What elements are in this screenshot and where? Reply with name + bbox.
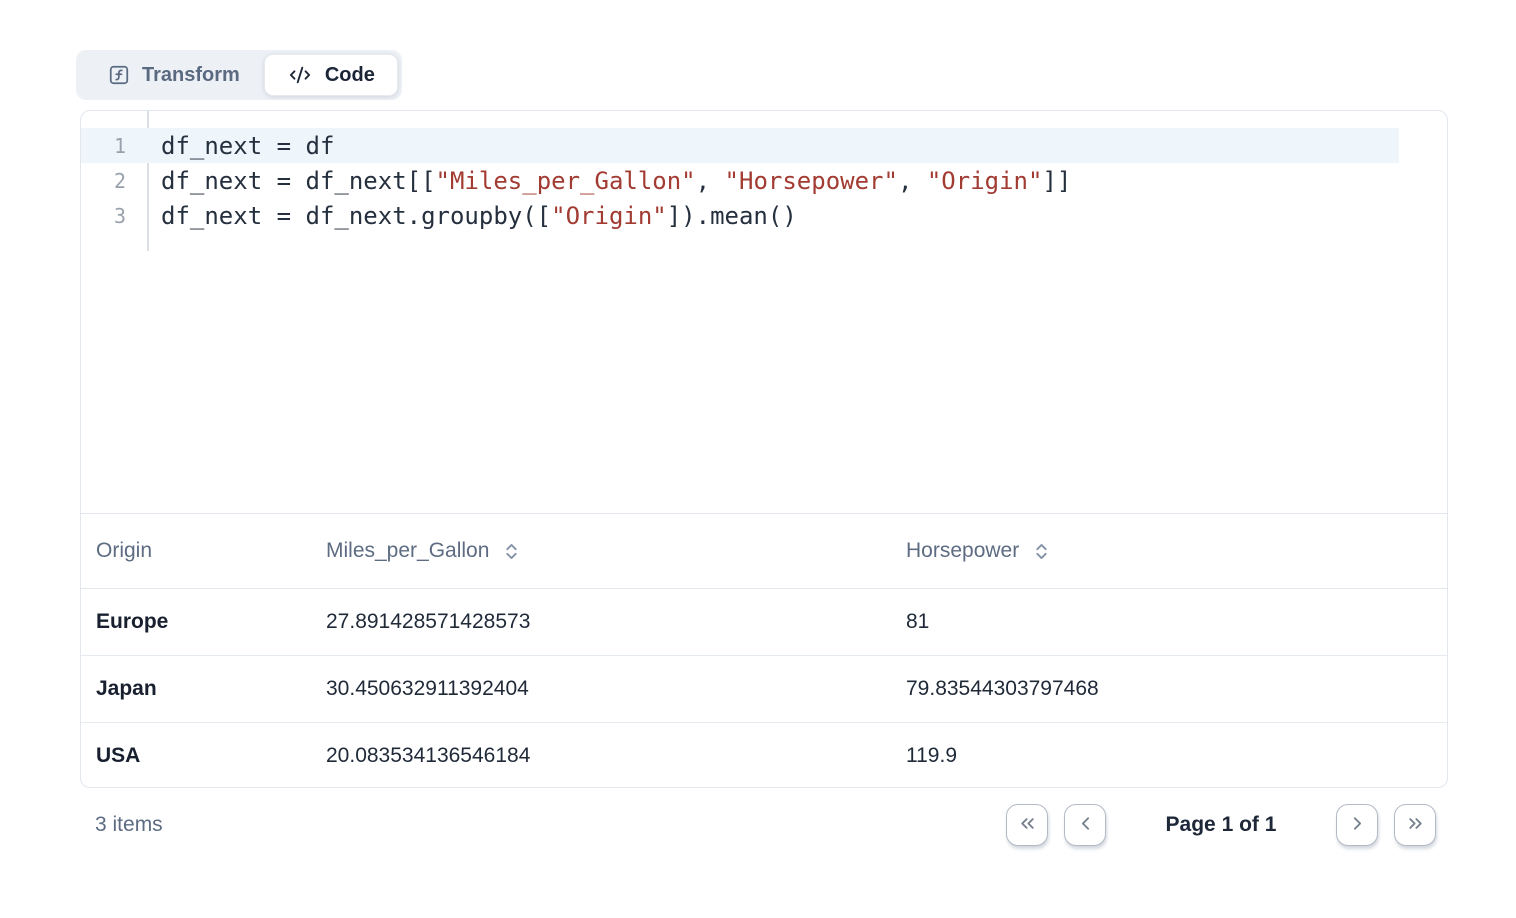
code-icon <box>287 64 313 86</box>
cell-origin: Japan <box>81 677 311 701</box>
page-indicator: Page 1 of 1 <box>1122 813 1320 837</box>
sort-icon[interactable] <box>1034 542 1049 561</box>
view-toggle: Transform Code <box>76 50 402 100</box>
column-header-label: Horsepower <box>906 539 1019 563</box>
table-header-row: Origin Miles_per_Gallon Horsepower <box>81 514 1447 589</box>
pagination: Page 1 of 1 <box>1006 804 1448 846</box>
table-row: Japan 30.450632911392404 79.835443037974… <box>81 656 1447 723</box>
cell-origin: Europe <box>81 610 311 634</box>
line-number: 2 <box>81 169 147 193</box>
chevrons-left-icon <box>1017 813 1038 837</box>
cell-horsepower: 81 <box>891 610 1447 634</box>
next-page-button[interactable] <box>1336 804 1378 846</box>
cell-miles-per-gallon: 30.450632911392404 <box>311 677 891 701</box>
code-line-3[interactable]: 3 df_next = df_next.groupby(["Origin"]).… <box>81 198 1447 233</box>
table-row: Europe 27.891428571428573 81 <box>81 589 1447 656</box>
chevron-right-icon <box>1347 813 1368 837</box>
chevrons-right-icon <box>1405 813 1426 837</box>
code-line-2[interactable]: 2 df_next = df_next[["Miles_per_Gallon",… <box>81 163 1447 198</box>
cell-miles-per-gallon: 27.891428571428573 <box>311 610 891 634</box>
code-line-text: df_next = df_next[["Miles_per_Gallon", "… <box>147 167 1071 195</box>
function-square-icon <box>108 64 130 86</box>
code-line-text: df_next = df <box>147 132 334 160</box>
code-line-text: df_next = df_next.groupby(["Origin"]).me… <box>147 202 797 230</box>
tab-code-label: Code <box>325 64 375 87</box>
column-header-miles-per-gallon[interactable]: Miles_per_Gallon <box>311 539 891 563</box>
cell-horsepower: 79.83544303797468 <box>891 677 1447 701</box>
chevron-left-icon <box>1075 813 1096 837</box>
previous-page-button[interactable] <box>1064 804 1106 846</box>
tab-transform[interactable]: Transform <box>76 50 264 100</box>
sort-icon[interactable] <box>504 542 519 561</box>
last-page-button[interactable] <box>1394 804 1436 846</box>
code-line-1[interactable]: 1 df_next = df <box>81 128 1447 163</box>
code-editor[interactable]: 1 df_next = df 2 df_next = df_next[["Mil… <box>81 111 1447 514</box>
items-count: 3 items <box>80 813 163 837</box>
tab-code[interactable]: Code <box>264 54 398 96</box>
column-header-label: Miles_per_Gallon <box>326 539 489 563</box>
cell-horsepower: 119.9 <box>891 744 1447 768</box>
table-row: USA 20.083534136546184 119.9 <box>81 723 1447 788</box>
tab-transform-label: Transform <box>142 64 240 87</box>
line-number: 3 <box>81 204 147 228</box>
first-page-button[interactable] <box>1006 804 1048 846</box>
table-footer: 3 items Page 1 of 1 <box>80 804 1448 846</box>
code-panel: 1 df_next = df 2 df_next = df_next[["Mil… <box>80 110 1448 788</box>
cell-origin: USA <box>81 744 311 768</box>
column-header-origin: Origin <box>81 539 311 563</box>
column-header-horsepower[interactable]: Horsepower <box>891 539 1447 563</box>
line-number: 1 <box>81 134 147 158</box>
cell-miles-per-gallon: 20.083534136546184 <box>311 744 891 768</box>
